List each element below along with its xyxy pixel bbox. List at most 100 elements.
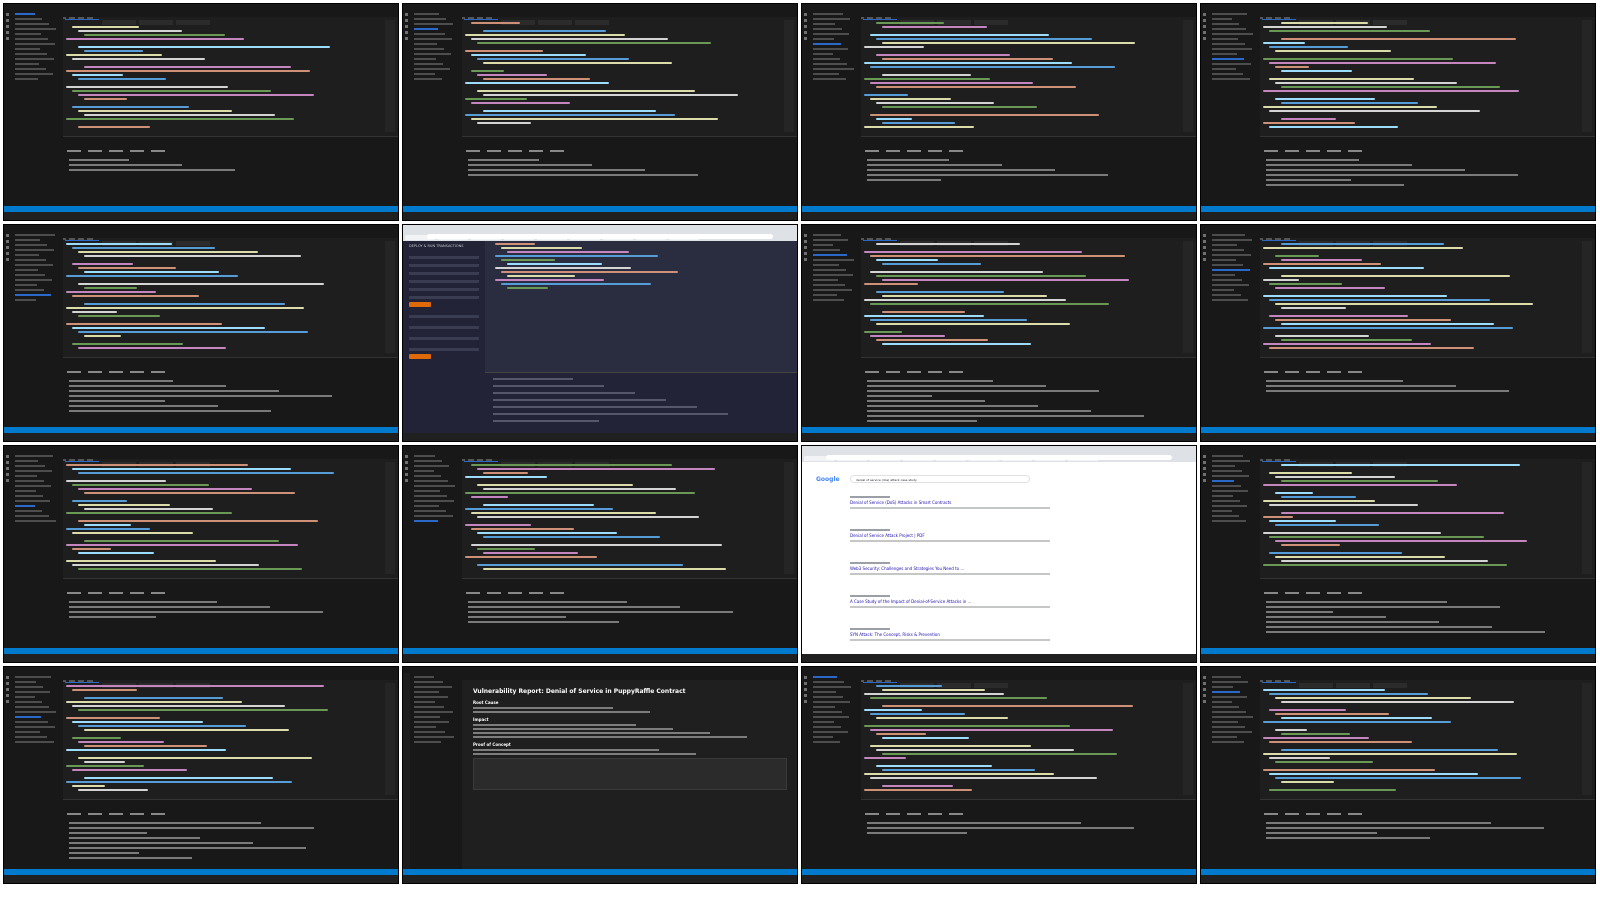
debug-icon[interactable] bbox=[1203, 473, 1206, 476]
minimap[interactable] bbox=[1582, 462, 1592, 574]
address-bar[interactable] bbox=[826, 455, 1172, 460]
file-tree-item[interactable] bbox=[15, 73, 53, 75]
file-tree-item[interactable] bbox=[15, 500, 50, 502]
file-tree-item[interactable] bbox=[414, 676, 434, 678]
explorer-sidebar[interactable] bbox=[11, 231, 63, 427]
explorer-sidebar[interactable] bbox=[809, 10, 861, 206]
debug-icon[interactable] bbox=[804, 31, 807, 34]
panel-tab[interactable] bbox=[466, 150, 480, 152]
taskbar[interactable] bbox=[802, 433, 1196, 441]
panel-tab[interactable] bbox=[88, 592, 102, 594]
file-tree-item[interactable] bbox=[15, 264, 53, 266]
file-tree-item[interactable] bbox=[1212, 289, 1234, 291]
code-editor[interactable] bbox=[1263, 462, 1581, 574]
editor-tabs[interactable] bbox=[63, 231, 398, 246]
panel-tab[interactable] bbox=[1285, 813, 1299, 815]
panel-tab[interactable] bbox=[109, 371, 123, 373]
taskbar[interactable] bbox=[403, 433, 797, 441]
minimap[interactable] bbox=[385, 241, 395, 353]
file-tree-item[interactable] bbox=[813, 691, 836, 693]
panel-tab[interactable] bbox=[529, 150, 543, 152]
panel-tab[interactable] bbox=[130, 371, 144, 373]
file-tree-item[interactable] bbox=[1212, 696, 1247, 698]
debug-icon[interactable] bbox=[6, 473, 9, 476]
taskbar[interactable] bbox=[4, 654, 398, 662]
file-tree-item[interactable] bbox=[15, 254, 39, 256]
file-tree-item[interactable] bbox=[414, 701, 435, 703]
file-tree-item[interactable] bbox=[813, 38, 834, 40]
file-tree-item[interactable] bbox=[15, 515, 49, 517]
file-tree-item[interactable] bbox=[414, 681, 443, 683]
code-editor[interactable] bbox=[66, 241, 384, 353]
panel-tab[interactable] bbox=[1306, 371, 1320, 373]
debug-icon[interactable] bbox=[6, 31, 9, 34]
file-tree-item[interactable] bbox=[414, 470, 434, 472]
file-tree-item[interactable] bbox=[414, 686, 452, 688]
file-tree-item[interactable] bbox=[1212, 78, 1250, 80]
taskbar[interactable] bbox=[4, 433, 398, 441]
file-tree-item[interactable] bbox=[414, 455, 435, 457]
file-tree-item[interactable] bbox=[15, 711, 56, 713]
minimap[interactable] bbox=[1183, 20, 1193, 132]
file-tree-item[interactable] bbox=[1212, 33, 1253, 35]
source-control-icon[interactable] bbox=[6, 25, 9, 28]
terminal-panel[interactable] bbox=[462, 136, 797, 206]
file-tree-item[interactable] bbox=[15, 485, 51, 487]
panel-tab[interactable] bbox=[949, 813, 963, 815]
file-tree-item[interactable] bbox=[15, 480, 44, 482]
activity-bar[interactable] bbox=[802, 10, 809, 206]
editor-tabs[interactable] bbox=[1260, 452, 1595, 467]
file-tree-item[interactable] bbox=[813, 73, 839, 75]
panel-tab[interactable] bbox=[928, 371, 942, 373]
panel-tab[interactable] bbox=[67, 813, 81, 815]
files-icon[interactable] bbox=[6, 676, 9, 679]
file-tree-item[interactable] bbox=[15, 279, 52, 281]
panel-tab[interactable] bbox=[1285, 371, 1299, 373]
panel-tab[interactable] bbox=[949, 371, 963, 373]
taskbar[interactable] bbox=[1201, 654, 1595, 662]
file-tree-item[interactable] bbox=[1212, 681, 1248, 683]
source-control-icon[interactable] bbox=[804, 25, 807, 28]
remix-sidebar[interactable]: DEPLOY & RUN TRANSACTIONS bbox=[403, 241, 485, 433]
extensions-icon[interactable] bbox=[6, 37, 9, 40]
file-tree-item[interactable] bbox=[414, 736, 454, 738]
files-icon[interactable] bbox=[1203, 234, 1206, 237]
file-tree-item[interactable] bbox=[15, 736, 47, 738]
explorer-sidebar[interactable] bbox=[11, 10, 63, 206]
file-tree-item[interactable] bbox=[813, 299, 844, 301]
file-tree-item[interactable] bbox=[813, 53, 833, 55]
file-tree-item[interactable] bbox=[414, 28, 438, 30]
activity-bar[interactable] bbox=[4, 10, 11, 206]
panel-tab[interactable] bbox=[151, 592, 165, 594]
code-editor[interactable] bbox=[465, 20, 783, 132]
file-tree-item[interactable] bbox=[15, 465, 45, 467]
file-tree-item[interactable] bbox=[414, 18, 446, 20]
file-tree-item[interactable] bbox=[15, 38, 48, 40]
file-tree-item[interactable] bbox=[15, 475, 37, 477]
file-tree-item[interactable] bbox=[414, 480, 448, 482]
file-tree-item[interactable] bbox=[1212, 505, 1247, 507]
extensions-icon[interactable] bbox=[6, 700, 9, 703]
file-tree-item[interactable] bbox=[414, 731, 445, 733]
address-bar[interactable] bbox=[427, 234, 773, 239]
file-tree-item[interactable] bbox=[1212, 520, 1246, 522]
file-tree-item[interactable] bbox=[414, 706, 444, 708]
panel-tab[interactable] bbox=[529, 592, 543, 594]
source-control-icon[interactable] bbox=[804, 688, 807, 691]
taskbar[interactable] bbox=[802, 875, 1196, 883]
editor-tabs[interactable] bbox=[1260, 10, 1595, 25]
explorer-sidebar[interactable] bbox=[410, 673, 462, 869]
file-tree-item[interactable] bbox=[414, 495, 447, 497]
result-title[interactable]: SYN Attack: The Concept, Risks & Prevent… bbox=[850, 632, 1090, 637]
file-tree-item[interactable] bbox=[813, 731, 848, 733]
file-tree-item[interactable] bbox=[1212, 299, 1248, 301]
file-tree-item[interactable] bbox=[1212, 485, 1241, 487]
editor-tabs[interactable] bbox=[63, 10, 398, 25]
deploy-button[interactable] bbox=[409, 302, 431, 307]
file-tree-item[interactable] bbox=[1212, 274, 1235, 276]
search-icon[interactable] bbox=[405, 19, 408, 22]
explorer-sidebar[interactable] bbox=[1208, 10, 1260, 206]
result-title[interactable]: A Case Study of the Impact of Denial-of-… bbox=[850, 599, 1090, 604]
file-tree-item[interactable] bbox=[1212, 53, 1237, 55]
file-tree-item[interactable] bbox=[15, 681, 36, 683]
